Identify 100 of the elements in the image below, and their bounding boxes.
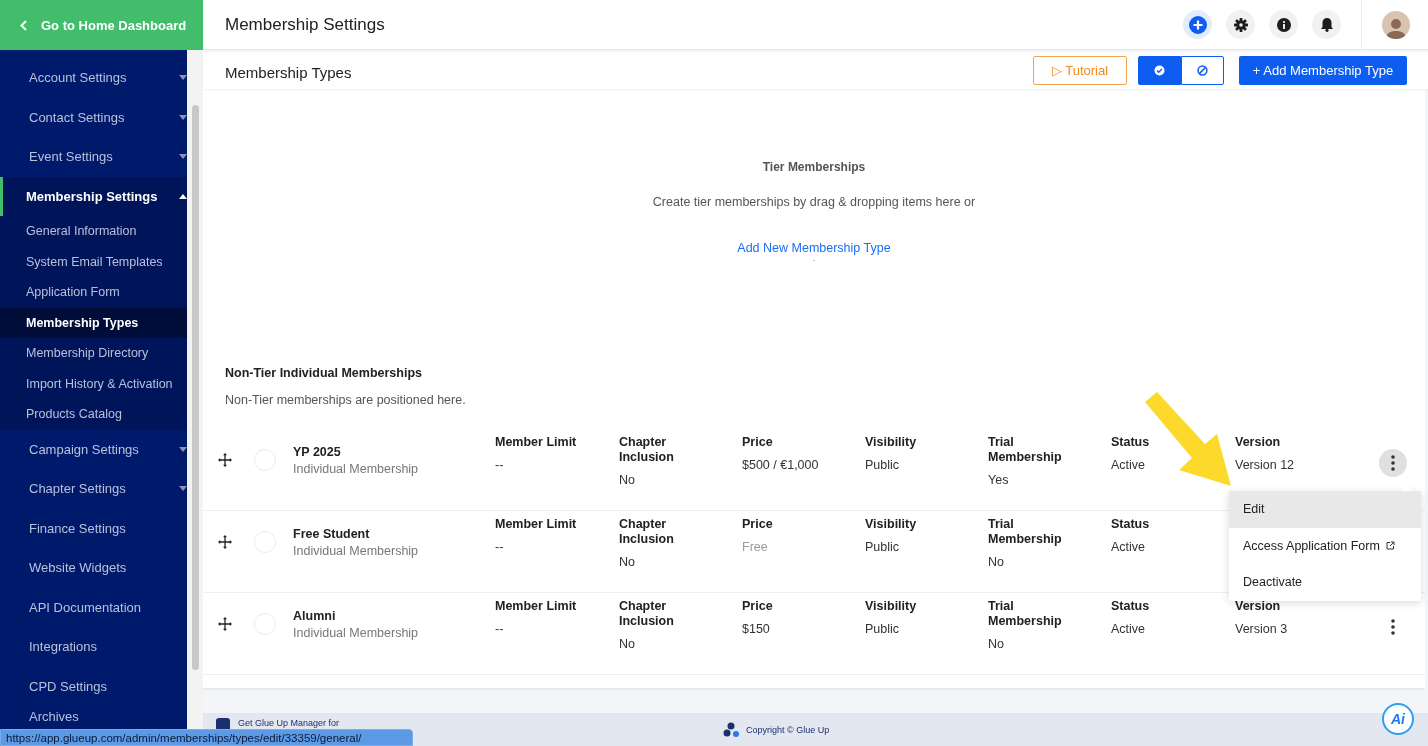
drag-handle-icon[interactable]: [218, 453, 232, 467]
sidebar-item[interactable]: Chapter Settings: [0, 469, 187, 509]
column-label: Price: [742, 599, 774, 614]
non-tier-subtitle: Non-Tier memberships are positioned here.: [225, 393, 467, 407]
column-label: Chapter Inclusion: [619, 599, 675, 629]
sidebar-item[interactable]: Archives: [0, 706, 187, 727]
sidebar-item[interactable]: Integrations: [0, 627, 187, 667]
more-options-button[interactable]: [1379, 449, 1407, 477]
assistant-button[interactable]: Ai: [1382, 703, 1414, 735]
column-label: Member Limit: [495, 435, 578, 450]
membership-name: Alumni: [293, 609, 337, 623]
column-value: No: [619, 637, 636, 651]
column-value: Free: [742, 540, 769, 554]
membership-type: Individual Membership: [293, 626, 420, 640]
column-label: Status: [1111, 435, 1151, 450]
tier-hint: Create tier memberships by drag & dropping items here or: [652, 195, 976, 209]
column-value: Public: [865, 458, 901, 472]
add-membership-type-button[interactable]: + Add Membership Type: [1239, 56, 1407, 85]
column-label: Version: [1235, 435, 1282, 450]
sidebar-subitem[interactable]: System Email Templates: [0, 246, 187, 277]
sidebar-subitem[interactable]: Products Catalog: [0, 399, 187, 430]
column-label: Price: [742, 435, 774, 450]
back-chevron-icon: [20, 19, 27, 31]
kebab-icon: [1391, 619, 1395, 635]
sidebar-item[interactable]: CPD Settings: [0, 666, 187, 706]
bell-icon: [1319, 17, 1334, 32]
column-label: Version: [1235, 599, 1282, 614]
copyright-text: Copyright © Glue Up: [746, 724, 830, 735]
section-title: Membership Types: [225, 62, 353, 81]
column-label: Trial Membership: [988, 435, 1063, 465]
column-label: Price: [742, 517, 774, 532]
settings-icon: [1233, 17, 1248, 32]
person-silhouette-icon: [1386, 16, 1406, 39]
column-value: No: [988, 555, 1005, 569]
menu-item[interactable]: Access Application Form: [1229, 527, 1421, 564]
column-label: Status: [1111, 517, 1151, 532]
scrollbar[interactable]: [191, 105, 199, 670]
sidebar-item[interactable]: Website Widgets: [0, 548, 187, 588]
column-label: Visibility: [865, 517, 918, 532]
column-value: Active: [1111, 540, 1147, 554]
column-value: --: [495, 622, 505, 636]
column-value: Public: [865, 622, 901, 636]
column-value: No: [619, 473, 636, 487]
logo-icon: [723, 721, 740, 738]
status-url-tooltip: https://app.glueup.com/admin/memberships/types/edit/33359/general/: [0, 729, 413, 746]
notifications-button[interactable]: [1312, 10, 1341, 39]
column-value: Yes: [988, 473, 1010, 487]
sidebar-subitem[interactable]: Application Form: [0, 277, 187, 308]
column-value: --: [495, 458, 505, 472]
column-label: Chapter Inclusion: [619, 435, 675, 465]
column-label: Status: [1111, 599, 1151, 614]
sidebar-subitem[interactable]: Membership Directory: [0, 338, 187, 369]
drag-handle-icon[interactable]: [218, 535, 232, 549]
info-icon: [1276, 17, 1291, 32]
column-label: Visibility: [865, 435, 918, 450]
menu-item[interactable]: Deactivate: [1229, 564, 1421, 601]
sidebar-item[interactable]: Membership Settings: [0, 176, 187, 216]
column-value: Version 3: [1235, 622, 1289, 636]
membership-type: Individual Membership: [293, 544, 420, 558]
sidebar-item[interactable]: Contact Settings: [0, 97, 187, 137]
column-label: Trial Membership: [988, 599, 1063, 629]
column-value: Active: [1111, 458, 1147, 472]
view-toggle-button[interactable]: [1181, 56, 1224, 85]
membership-name: YP 2025: [293, 445, 342, 459]
column-value: $500 / €1,000: [742, 458, 820, 472]
kebab-icon: [1391, 455, 1395, 471]
column-label: Member Limit: [495, 599, 578, 614]
app-promo-link[interactable]: Get Glue Up Manager for: [238, 718, 340, 728]
add-icon[interactable]: [1183, 10, 1212, 39]
column-value: Active: [1111, 622, 1147, 636]
menu-item[interactable]: Edit: [1229, 491, 1421, 528]
drag-handle-icon[interactable]: [218, 617, 232, 631]
sidebar-subitem[interactable]: Membership Types: [0, 307, 187, 338]
column-label: Trial Membership: [988, 517, 1063, 547]
check-badge-icon: [1154, 65, 1165, 76]
settings-button[interactable]: [1226, 10, 1255, 39]
info-button[interactable]: [1269, 10, 1298, 39]
sidebar-item[interactable]: Finance Settings: [0, 508, 187, 548]
external-link-icon: [1385, 541, 1395, 551]
sidebar-item[interactable]: Account Settings: [0, 58, 187, 98]
add-membership-link[interactable]: Add New Membership Type: [737, 241, 891, 255]
membership-name: Free Student: [293, 527, 371, 541]
view-toggle-button[interactable]: [1138, 56, 1181, 85]
page-title: Membership Settings: [225, 14, 386, 35]
tier-title: Tier Memberships: [762, 160, 866, 174]
blocked-icon: [1197, 65, 1208, 76]
column-value: --: [495, 540, 505, 554]
plus-icon: [1188, 15, 1207, 34]
sidebar-subitem[interactable]: Import History & Activation: [0, 368, 187, 399]
column-value: Version 12: [1235, 458, 1296, 472]
sidebar-item[interactable]: API Documentation: [0, 587, 187, 627]
sidebar-item[interactable]: Event Settings: [0, 137, 187, 177]
sidebar-subitem[interactable]: General Information: [0, 216, 187, 247]
column-label: Member Limit: [495, 517, 578, 532]
sidebar-item[interactable]: Campaign Settings: [0, 429, 187, 469]
column-label: Chapter Inclusion: [619, 517, 675, 547]
column-label: Visibility: [865, 599, 918, 614]
column-value: No: [988, 637, 1005, 651]
user-avatar[interactable]: [1382, 10, 1410, 39]
membership-type: Individual Membership: [293, 462, 420, 476]
